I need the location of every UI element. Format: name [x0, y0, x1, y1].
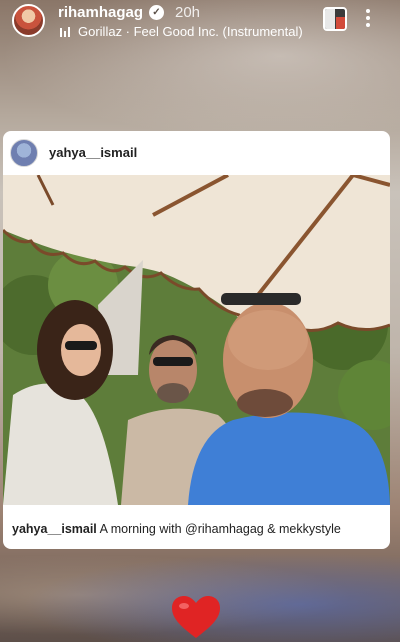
post-header: yahya__ismail	[3, 131, 390, 175]
post-avatar[interactable]	[10, 139, 38, 167]
caption-username[interactable]: yahya__ismail	[12, 522, 97, 536]
story-avatar[interactable]	[12, 4, 45, 37]
shared-post-card[interactable]: yahya__ismail yahya__ismail A morning wi…	[3, 131, 390, 549]
heart-icon[interactable]	[170, 594, 222, 640]
verified-badge-icon: ✓	[149, 5, 164, 20]
story-header: rihamhagag ✓ 20h Gorillaz · Feel Good In…	[0, 0, 400, 46]
music-bars-icon	[60, 27, 70, 37]
post-photo[interactable]	[3, 175, 390, 505]
more-options-icon[interactable]	[360, 9, 376, 31]
shared-post-thumbnail[interactable]	[323, 7, 347, 31]
story-username[interactable]: rihamhagag	[58, 4, 143, 21]
music-track[interactable]: Gorillaz · Feel Good Inc. (Instrumental)	[78, 24, 303, 39]
caption-text: A morning with @rihamhagag & mekkystyle	[96, 522, 341, 536]
post-caption: yahya__ismail A morning with @rihamhagag…	[12, 522, 341, 536]
story-time: 20h	[175, 4, 201, 21]
post-username[interactable]: yahya__ismail	[49, 145, 137, 160]
